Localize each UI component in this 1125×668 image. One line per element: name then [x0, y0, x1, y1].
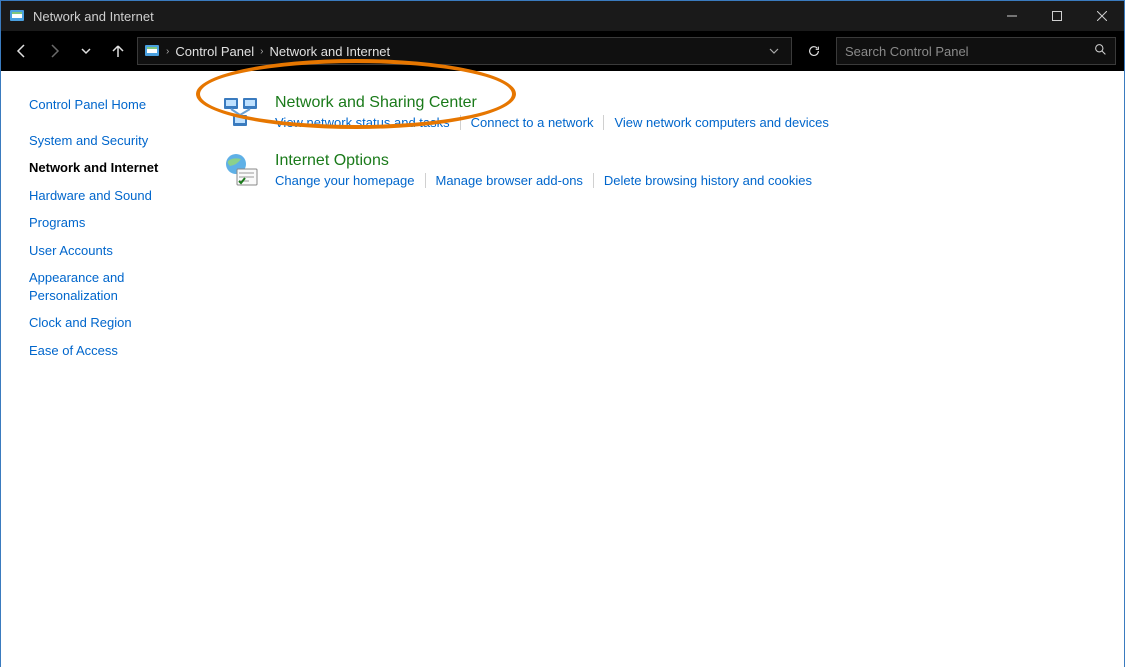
breadcrumb-current[interactable]: Network and Internet	[269, 44, 390, 59]
sidebar-item-user-accounts[interactable]: User Accounts	[29, 237, 191, 265]
refresh-button[interactable]	[798, 37, 830, 65]
link-change-homepage[interactable]: Change your homepage	[275, 173, 426, 188]
sidebar-item-system-and-security[interactable]: System and Security	[29, 127, 191, 155]
sidebar-item-clock-and-region[interactable]: Clock and Region	[29, 309, 191, 337]
up-button[interactable]	[105, 37, 131, 65]
link-delete-browsing-history[interactable]: Delete browsing history and cookies	[594, 173, 822, 188]
back-button[interactable]	[9, 37, 35, 65]
address-bar[interactable]: › Control Panel › Network and Internet	[137, 37, 792, 65]
category-internet-options: Internet Options Change your homepage Ma…	[221, 151, 1104, 191]
content-area: Control Panel Home System and Security N…	[1, 71, 1124, 668]
recent-locations-button[interactable]	[73, 37, 99, 65]
window-controls	[989, 1, 1124, 31]
window-title: Network and Internet	[33, 9, 154, 24]
sidebar-home[interactable]: Control Panel Home	[29, 91, 191, 119]
category-network-sharing-center: Network and Sharing Center View network …	[221, 93, 1104, 133]
chevron-right-icon[interactable]: ›	[260, 46, 263, 57]
link-view-network-status[interactable]: View network status and tasks	[275, 115, 461, 130]
control-panel-icon	[144, 43, 160, 59]
search-input[interactable]	[845, 44, 1094, 59]
link-connect-to-network[interactable]: Connect to a network	[461, 115, 605, 130]
navigation-bar: › Control Panel › Network and Internet	[1, 31, 1124, 71]
sidebar-item-programs[interactable]: Programs	[29, 209, 191, 237]
minimize-button[interactable]	[989, 1, 1034, 31]
sidebar: Control Panel Home System and Security N…	[1, 71, 201, 668]
category-title-network-sharing-center[interactable]: Network and Sharing Center	[275, 94, 477, 111]
link-manage-browser-addons[interactable]: Manage browser add-ons	[426, 173, 594, 188]
address-dropdown-button[interactable]	[763, 44, 785, 59]
sidebar-item-appearance-and-personalization[interactable]: Appearance and Personalization	[29, 264, 191, 309]
search-bar[interactable]	[836, 37, 1116, 65]
sidebar-item-hardware-and-sound[interactable]: Hardware and Sound	[29, 182, 191, 210]
control-panel-icon	[9, 8, 25, 24]
maximize-button[interactable]	[1034, 1, 1079, 31]
sidebar-item-ease-of-access[interactable]: Ease of Access	[29, 337, 191, 365]
category-title-internet-options[interactable]: Internet Options	[275, 152, 389, 169]
titlebar: Network and Internet	[1, 1, 1124, 31]
breadcrumb-root[interactable]: Control Panel	[175, 44, 254, 59]
sidebar-item-network-and-internet[interactable]: Network and Internet	[29, 154, 191, 182]
main-panel: Network and Sharing Center View network …	[201, 71, 1124, 668]
link-view-network-computers[interactable]: View network computers and devices	[604, 115, 838, 130]
network-sharing-center-icon	[221, 93, 261, 133]
search-icon[interactable]	[1094, 43, 1107, 59]
internet-options-icon	[221, 151, 261, 191]
forward-button[interactable]	[41, 37, 67, 65]
chevron-right-icon[interactable]: ›	[166, 46, 169, 57]
close-button[interactable]	[1079, 1, 1124, 31]
